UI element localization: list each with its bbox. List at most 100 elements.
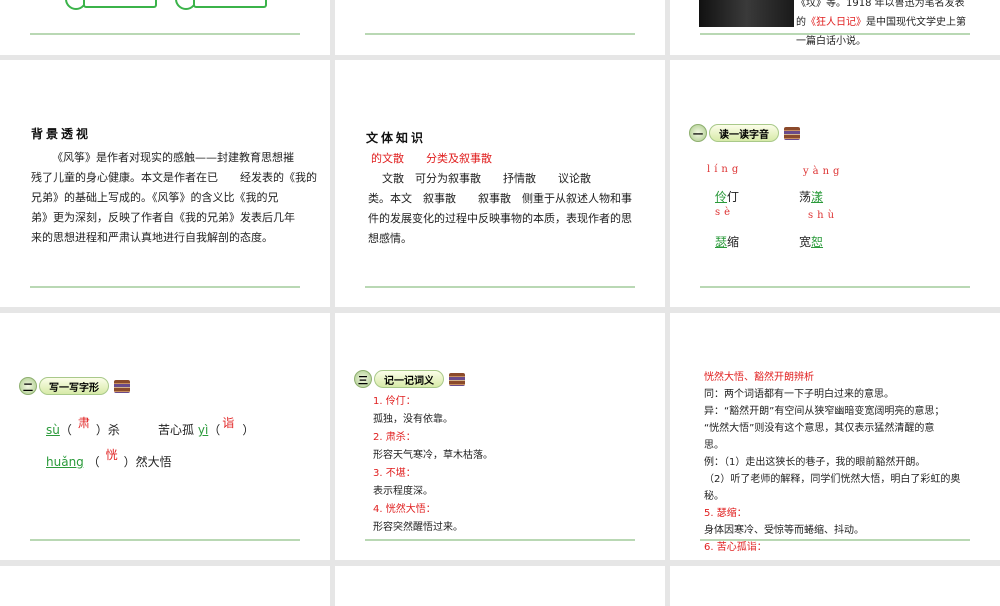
- paragraph-line: （2）听了老师的解释，同学们恍然大悟，明白了彩虹的奥: [704, 474, 961, 485]
- slide-thumbnail-10[interactable]: [0, 566, 330, 606]
- divider: [30, 33, 300, 35]
- definition: 形容天气寒冷，草木枯落。: [373, 450, 493, 461]
- slide-thumbnail-6[interactable]: 一读一读字音 líng 伶仃 yàng 荡漾 sè 瑟缩 shù 宽恕: [670, 60, 1000, 307]
- bio-text-2: 的《狂人日记》是中国现代文学史上第: [796, 13, 966, 33]
- paragraph-line: 文散 可分为叙事散 抒情散 议论散: [382, 172, 591, 185]
- divider: [365, 33, 635, 35]
- term: 6. 苦心孤诣：: [704, 542, 767, 553]
- exercise-row-1: sù（ 肃 ）杀: [46, 416, 120, 440]
- slide-thumbnail-11[interactable]: [335, 566, 665, 606]
- word: 伶仃: [715, 187, 739, 207]
- author-photo: [699, 0, 794, 27]
- highlight-text: 的文散: [371, 152, 404, 165]
- text: 是中国现代文学史上第: [866, 17, 966, 28]
- pinyin: sè: [715, 207, 735, 218]
- char: 荡: [799, 190, 812, 204]
- slide-thumbnail-9[interactable]: 恍然大悟、豁然开朗辨析 同：两个词语都有一下子明白过来的意思。 异：“豁然开朗”…: [670, 313, 1000, 560]
- bio-text-3: 一篇白话小说。: [796, 36, 866, 47]
- text: ）: [242, 423, 255, 437]
- bracket: （: [87, 455, 100, 469]
- pinyin: yàng: [803, 166, 844, 177]
- word: 荡漾: [799, 187, 823, 207]
- term: 5. 瑟缩：: [704, 508, 747, 519]
- button-shape: [83, 0, 157, 8]
- text: ）杀: [95, 423, 120, 437]
- pinyin: huǎng: [46, 455, 84, 469]
- paragraph-line: 思。: [704, 440, 724, 451]
- books-icon: [784, 126, 800, 140]
- highlight-text: 分类及叙事散: [426, 152, 492, 165]
- slide-thumbnail-3[interactable]: 《坟》等。1918 年以鲁迅为笔名发表 的《狂人日记》是中国现代文学史上第 一篇…: [670, 0, 1000, 55]
- section-number: 一: [689, 124, 707, 142]
- section-label: 写一写字形: [39, 377, 109, 395]
- divider: [365, 539, 635, 541]
- slide-thumbnail-4[interactable]: 背景透视 《风筝》是作者对现实的感触——封建教育思想摧 残了儿童的身心健康。本文…: [0, 60, 330, 307]
- pinyin: yì: [197, 423, 209, 437]
- section-badge: 三记一记词义: [354, 370, 465, 388]
- char: 伶: [715, 190, 728, 204]
- char: 宽: [799, 235, 812, 249]
- text: 的: [796, 17, 806, 28]
- section-badge: 二写一写字形: [19, 377, 130, 395]
- pinyin: shù: [808, 210, 839, 221]
- definition: 身体因寒冷、受惊等而蜷缩、抖动。: [704, 525, 864, 536]
- paragraph-line: 来的思想进程和严肃认真地进行自我解剖的态度。: [31, 231, 273, 244]
- slide-thumbnail-12[interactable]: [670, 566, 1000, 606]
- definition: 孤独，没有依靠。: [373, 414, 453, 425]
- slide-heading: 恍然大悟、豁然开朗辨析: [704, 372, 814, 383]
- paragraph-line: 残了儿童的身心健康。本文是作者在已 经发表的《我的: [31, 171, 317, 184]
- divider: [700, 286, 970, 288]
- slide-thumbnail-8[interactable]: 三记一记词义 1. 伶仃： 孤独，没有依靠。 2. 肃杀： 形容天气寒冷，草木枯…: [335, 313, 665, 560]
- nav-button-2[interactable]: [175, 0, 267, 10]
- divider: [30, 286, 300, 288]
- bracket: （: [208, 423, 221, 437]
- char: 缩: [727, 235, 740, 249]
- section-number: 二: [19, 377, 37, 395]
- char: 仃: [727, 190, 740, 204]
- slide-thumbnail-5[interactable]: 文体知识 的文散 分类及叙事散 文散 可分为叙事散 抒情散 议论散 类。本文 叙…: [335, 60, 665, 307]
- work-title: 《狂人日记》: [806, 17, 866, 28]
- paragraph-line: 同：两个词语都有一下子明白过来的意思。: [704, 389, 894, 400]
- slide-thumbnail-2[interactable]: [335, 0, 665, 55]
- section-number: 三: [354, 370, 372, 388]
- paragraph-line: “恍然大悟”则没有这个意思，其仅表示猛然清醒的意: [704, 423, 935, 434]
- answer: 恍: [105, 448, 118, 462]
- nav-button-1[interactable]: [65, 0, 157, 10]
- paragraph-line: 件的发展变化的过程中反映事物的本质，表现作者的思: [368, 212, 632, 225]
- divider: [30, 539, 300, 541]
- term: 4. 恍然大悟：: [373, 504, 436, 515]
- text: ）然大悟: [123, 455, 172, 469]
- paragraph-line: 《风筝》是作者对现实的感触——封建教育思想摧: [52, 151, 294, 164]
- bracket: （: [59, 423, 72, 437]
- term: 1. 伶仃：: [373, 396, 416, 407]
- bio-text-1: 《坟》等。1918 年以鲁迅为笔名发表: [796, 0, 965, 9]
- section-label: 读一读字音: [709, 124, 779, 142]
- term: 3. 不堪：: [373, 468, 416, 479]
- answer: 肃: [77, 416, 90, 430]
- books-icon: [114, 379, 130, 393]
- char: 瑟: [715, 235, 728, 249]
- divider: [365, 286, 635, 288]
- paragraph-line: 类。本文 叙事散 叙事散 侧重于从叙述人物和事: [368, 192, 632, 205]
- paragraph-line: 弟》更为深刻，反映了作者自《我的兄弟》发表后几年: [31, 211, 295, 224]
- text: 苦心孤: [158, 423, 195, 437]
- paragraph-line: 例：（1）走出这狭长的巷子，我的眼前豁然开朗。: [704, 457, 926, 468]
- answer: 诣: [222, 416, 235, 430]
- exercise-row-1b: 苦心孤 yì（诣 ）: [158, 416, 255, 440]
- pinyin: sù: [46, 423, 60, 437]
- button-shape: [193, 0, 267, 8]
- slide-heading: 文体知识: [366, 131, 427, 145]
- paragraph-line: 想感情。: [368, 232, 412, 245]
- char: 恕: [811, 235, 824, 249]
- paragraph-line: 秘。: [704, 491, 724, 502]
- definition: 形容突然醒悟过来。: [373, 522, 463, 533]
- exercise-row-2: huǎng （ 恍 ）然大悟: [46, 448, 172, 472]
- slide-heading: 背景透视: [31, 127, 92, 141]
- paragraph-line: 异：“豁然开朗”有空间从狭窄幽暗变宽阔明亮的意思；: [704, 406, 945, 417]
- slide-thumbnail-7[interactable]: 二写一写字形 sù（肃）杀 苦心孤 yì（诣） huǎng （恍）然大悟: [0, 313, 330, 560]
- word: 宽恕: [799, 232, 823, 252]
- paragraph-line: 兄弟》的基础上写成的。《风筝》的含义比《我的兄: [31, 191, 279, 204]
- char: 漾: [811, 190, 824, 204]
- slide-thumbnail-1[interactable]: [0, 0, 330, 55]
- term: 2. 肃杀：: [373, 432, 416, 443]
